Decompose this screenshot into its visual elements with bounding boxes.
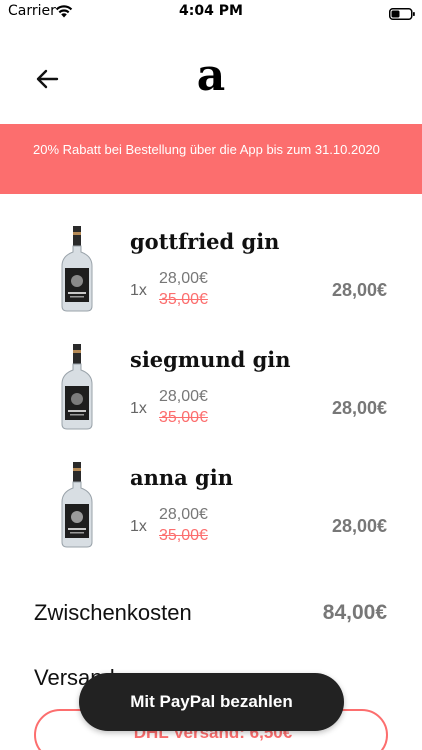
subtotal-label: Zwischenkosten — [34, 600, 192, 625]
item-price: 28,00€ — [159, 506, 208, 523]
item-name: siegmund gin — [130, 347, 291, 372]
cart-list: gottfried gin 1x 28,00€ 35,00€ 28,00€ si… — [0, 214, 422, 568]
item-name: gottfried gin — [130, 229, 280, 254]
item-total: 28,00€ — [331, 280, 387, 300]
brand-logo[interactable]: a — [0, 48, 422, 104]
item-old-price: 35,00€ — [159, 291, 208, 308]
nav-bar: a — [0, 24, 422, 124]
item-total: 28,00€ — [331, 516, 387, 536]
item-price: 28,00€ — [159, 388, 208, 405]
cart-item[interactable]: siegmund gin 1x 28,00€ 35,00€ 28,00€ — [0, 332, 422, 450]
status-time: 4:04 PM — [179, 3, 243, 19]
product-image — [58, 226, 96, 312]
product-image — [58, 462, 96, 548]
paypal-checkout-button[interactable]: Mit PayPal bezahlen — [79, 673, 344, 731]
cart-item[interactable]: anna gin 1x 28,00€ 35,00€ 28,00€ — [0, 450, 422, 568]
item-old-price: 35,00€ — [159, 409, 208, 426]
item-quantity: 1x — [130, 400, 147, 417]
item-quantity: 1x — [130, 282, 147, 299]
item-name: anna gin — [130, 465, 233, 490]
product-image — [58, 344, 96, 430]
promo-text: 20% Rabatt bei Bestellung über die App b… — [33, 142, 380, 157]
battery-icon — [389, 5, 415, 20]
item-total: 28,00€ — [331, 398, 387, 418]
item-quantity: 1x — [130, 518, 147, 535]
status-bar: Carrier 4:04 PM — [0, 0, 422, 24]
item-price: 28,00€ — [159, 270, 208, 287]
paypal-checkout-label: Mit PayPal bezahlen — [130, 692, 293, 711]
promo-banner: 20% Rabatt bei Bestellung über die App b… — [0, 124, 422, 194]
cart-item[interactable]: gottfried gin 1x 28,00€ 35,00€ 28,00€ — [0, 214, 422, 332]
item-old-price: 35,00€ — [159, 527, 208, 544]
subtotal-value: 84,00€ — [322, 601, 387, 624]
